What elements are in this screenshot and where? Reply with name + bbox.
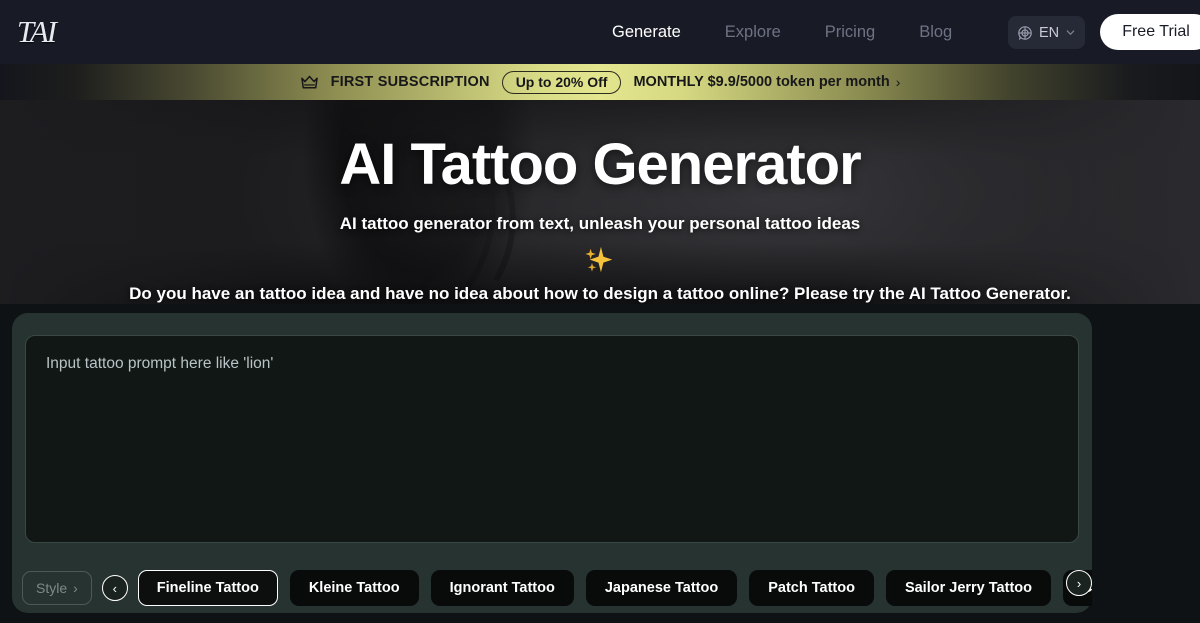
hero-section: AI Tattoo Generator AI tattoo generator … [0,100,1200,304]
nav-link-generate[interactable]: Generate [612,23,681,42]
hero-subtitle: AI tattoo generator from text, unleash y… [339,214,861,233]
chevron-right-icon: › [895,74,901,90]
free-trial-button[interactable]: Free Trial [1100,14,1200,50]
promo-offer-link[interactable]: MONTHLY $9.9/5000 token per month › [633,74,900,90]
styles-next-wrap: › [1066,570,1092,596]
nav-link-pricing[interactable]: Pricing [825,23,875,42]
style-chip-sailor-jerry-tattoo[interactable]: Sailor Jerry Tattoo [885,570,1051,606]
style-chip-ignorant-tattoo[interactable]: Ignorant Tattoo [430,570,574,606]
sparkles-icon [585,246,613,273]
hero-content: AI Tattoo Generator AI tattoo generator … [0,100,1200,304]
generator-sidebar: TATTOO DESIGN Display Public Image is he… [1102,617,1200,623]
generator-section: Input tattoo prompt here like 'lion' Sty… [0,304,1200,623]
style-chip-japanese-tattoo[interactable]: Japanese Tattoo [585,570,738,606]
style-chip-kleine-tattoo[interactable]: Kleine Tattoo [289,570,419,606]
style-filter-label: Style [36,580,68,596]
style-chips-scroller[interactable]: Fineline Tattoo Kleine Tattoo Ignorant T… [137,566,1092,610]
language-selector[interactable]: EN [1008,16,1086,49]
styles-next-button[interactable]: › [1066,570,1092,596]
style-selector-row: Style › ‹ Fineline Tattoo Kleine Tattoo … [22,566,1092,610]
page-title: AI Tattoo Generator [339,132,861,197]
promo-banner-content: FIRST SUBSCRIPTION Up to 20% Off MONTHLY… [300,70,900,94]
brand-logo[interactable]: TAI [8,10,64,54]
top-navigation-bar: TAI Generate Explore Pricing Blog EN Fre… [0,0,1200,64]
crown-icon [300,75,318,89]
promo-offer-text: MONTHLY $9.9/5000 token per month [633,74,890,90]
promo-title: FIRST SUBSCRIPTION [330,74,490,90]
prompt-placeholder-text: Input tattoo prompt here like 'lion' [46,355,274,372]
app-root: TAI Generate Explore Pricing Blog EN Fre… [0,0,1200,623]
prompt-input-box[interactable]: Input tattoo prompt here like 'lion' [25,335,1079,543]
language-label: EN [1039,24,1060,41]
generator-panel: Input tattoo prompt here like 'lion' Sty… [12,313,1092,613]
nav-link-explore[interactable]: Explore [725,23,781,42]
hero-description: Do you have an tattoo idea and have no i… [129,284,1071,303]
styles-prev-button[interactable]: ‹ [101,575,128,601]
style-filter-button[interactable]: Style › [22,571,92,605]
promo-discount-pill[interactable]: Up to 20% Off [501,70,622,94]
chevron-down-icon [1066,30,1075,35]
globe-icon [1018,25,1032,40]
style-chip-fineline-tattoo[interactable]: Fineline Tattoo [137,570,278,606]
style-chip-patch-tattoo[interactable]: Patch Tattoo [749,570,874,606]
nav-link-blog[interactable]: Blog [919,23,952,42]
chevron-right-icon: › [73,580,78,596]
promo-banner[interactable]: FIRST SUBSCRIPTION Up to 20% Off MONTHLY… [0,64,1200,100]
nav-links: Generate Explore Pricing Blog [612,0,952,64]
